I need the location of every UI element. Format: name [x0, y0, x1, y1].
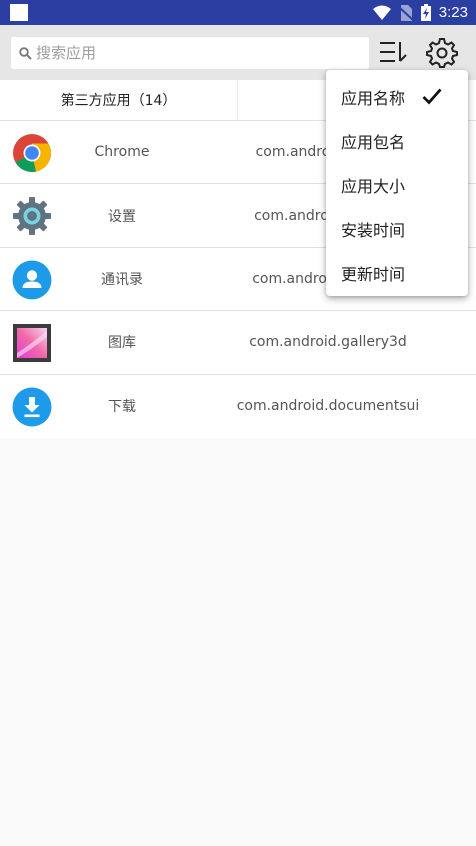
menu-item-label: 应用名称: [341, 89, 406, 108]
app-name: 设置: [108, 208, 136, 225]
menu-item-sort-by-package[interactable]: 应用包名: [326, 119, 468, 163]
menu-item-label: 应用包名: [341, 133, 406, 152]
list-item[interactable]: 图库 com.android.gallery3d: [0, 311, 476, 375]
wifi-icon: [372, 5, 391, 20]
menu-item-label: 更新时间: [341, 265, 406, 284]
list-item[interactable]: 下载 com.android.documentsui: [0, 375, 476, 438]
check-icon: [422, 88, 442, 109]
app-name: Chrome: [94, 144, 150, 161]
no-sim-icon: [398, 4, 413, 21]
app-package: com.android.gallery3d: [249, 334, 407, 351]
menu-item-sort-by-name[interactable]: 应用名称: [326, 75, 468, 119]
notification-icon: [10, 4, 28, 21]
settings-button[interactable]: [426, 37, 458, 69]
contacts-icon: [12, 260, 52, 300]
menu-item-label: 应用大小: [341, 177, 406, 196]
sort-icon: [380, 42, 407, 62]
status-time: 3:23: [438, 4, 468, 21]
tab-third-party-apps[interactable]: 第三方应用（14）: [0, 80, 238, 120]
app-name: 下载: [108, 399, 136, 416]
search-input[interactable]: [36, 44, 356, 62]
search-icon: [14, 46, 36, 60]
app-name: 通讯录: [101, 271, 143, 288]
chrome-icon: [12, 133, 52, 173]
menu-item-sort-by-size[interactable]: 应用大小: [326, 163, 468, 207]
app-name: 图库: [108, 335, 136, 352]
gallery-icon: [12, 323, 52, 363]
download-icon: [12, 387, 52, 427]
battery-charging-icon: [420, 4, 431, 21]
status-bar: 3:23: [0, 0, 476, 25]
menu-item-sort-by-install-time[interactable]: 安装时间: [326, 207, 468, 251]
menu-item-sort-by-update-time[interactable]: 更新时间: [326, 251, 468, 295]
menu-item-label: 安装时间: [341, 221, 406, 240]
settings-app-icon: [12, 196, 52, 236]
app-package: com.android.documentsui: [236, 398, 420, 415]
sort-menu: 应用名称 应用包名 应用大小 安装时间 更新时间: [326, 70, 468, 296]
search-box[interactable]: [11, 37, 369, 69]
status-icons: 3:23: [372, 0, 468, 25]
gear-icon: [426, 38, 458, 68]
sort-button[interactable]: [378, 39, 410, 67]
